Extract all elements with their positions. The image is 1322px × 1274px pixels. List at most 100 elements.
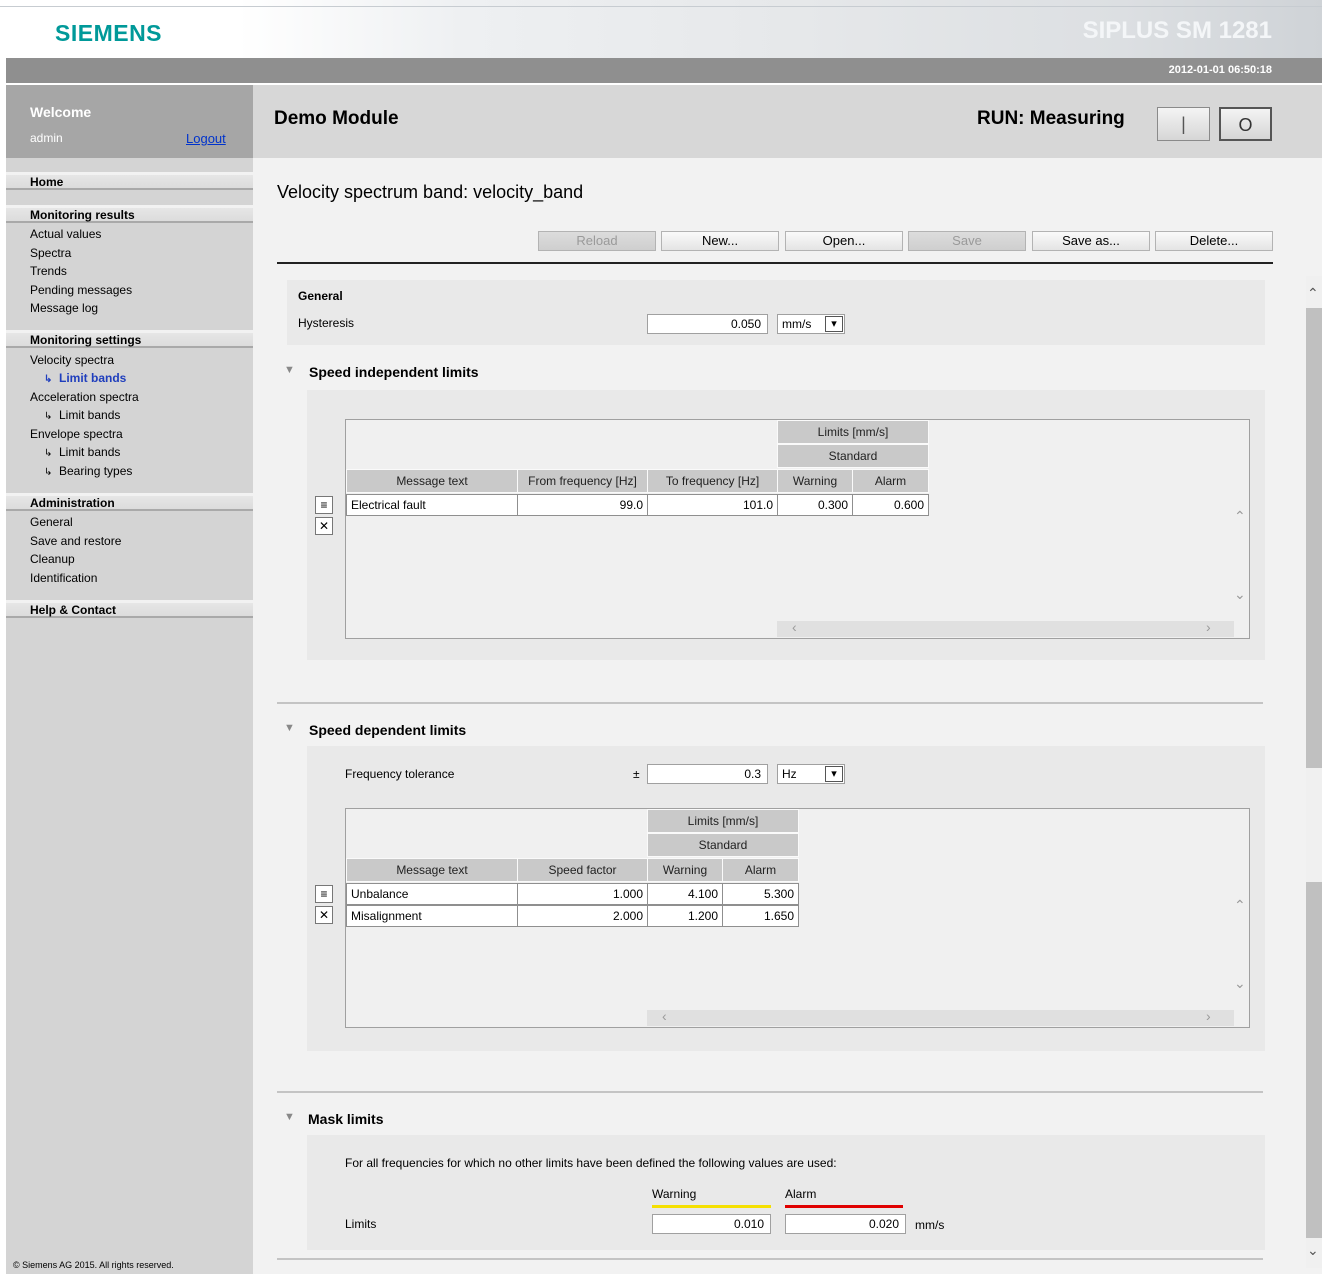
nav-item-velocity-limit-bands[interactable]: ↳ Limit bands: [44, 371, 126, 385]
nav-item-identification[interactable]: Identification: [30, 571, 97, 585]
logout-link[interactable]: Logout: [186, 131, 226, 146]
table-cell[interactable]: 0.300: [777, 494, 853, 516]
nav-help-contact[interactable]: Help & Contact: [6, 600, 253, 618]
scroll-down-icon[interactable]: ⌄: [1234, 586, 1246, 603]
reload-button[interactable]: Reload: [538, 231, 656, 251]
table-cell[interactable]: 5.300: [722, 883, 799, 905]
table-cell[interactable]: Unbalance: [346, 883, 518, 905]
frequency-tolerance-input[interactable]: 0.3: [647, 764, 768, 784]
alarm-limit-input[interactable]: 0.020: [785, 1214, 906, 1234]
save-button[interactable]: Save: [908, 231, 1026, 251]
page-title: Velocity spectrum band: velocity_band: [277, 182, 584, 202]
mask-unit-label: mm/s: [915, 1218, 945, 1232]
table-cell[interactable]: 2.000: [517, 905, 648, 927]
save-as-button[interactable]: Save as...: [1032, 231, 1150, 251]
scroll-left-icon[interactable]: ‹: [662, 1008, 667, 1024]
datetime-display: 2012-01-01 06:50:18: [1168, 64, 1272, 76]
toolbar-divider: [277, 262, 1273, 264]
delete-button[interactable]: Delete...: [1155, 231, 1273, 251]
scroll-up-icon[interactable]: ⌃: [1234, 508, 1246, 525]
delete-row-icon[interactable]: ✕: [315, 906, 333, 924]
hysteresis-label: Hysteresis: [298, 316, 355, 330]
nav-item-acceleration-spectra[interactable]: Acceleration spectra: [30, 390, 139, 404]
nav-item-actual-values[interactable]: Actual values: [30, 227, 101, 241]
nav-item-cleanup[interactable]: Cleanup: [30, 552, 75, 566]
column-header[interactable]: From frequency [Hz]: [517, 469, 648, 493]
table-cell[interactable]: 4.100: [647, 883, 723, 905]
table-cell[interactable]: Misalignment: [346, 905, 518, 927]
column-header[interactable]: Speed factor: [517, 858, 648, 882]
add-row-icon[interactable]: ≡: [315, 885, 333, 903]
sub-arrow-icon: ↳: [44, 448, 53, 459]
table-cell[interactable]: 99.0: [517, 494, 648, 516]
sub-arrow-icon: ↳: [44, 411, 53, 422]
hysteresis-input[interactable]: 0.050: [647, 314, 768, 334]
collapse-triangle-icon[interactable]: ▼: [284, 364, 295, 376]
nav-item-pending-messages[interactable]: Pending messages: [30, 283, 132, 297]
nav-section-administration[interactable]: Administration: [6, 493, 253, 511]
nav-section-monitoring-results[interactable]: Monitoring results: [6, 205, 253, 223]
table-cell[interactable]: 1.200: [647, 905, 723, 927]
table-cell[interactable]: 1.000: [517, 883, 648, 905]
run-status: RUN: Measuring: [977, 108, 1125, 129]
nav-item-spectra[interactable]: Spectra: [30, 246, 71, 260]
new-button[interactable]: New...: [661, 231, 779, 251]
collapse-triangle-icon[interactable]: ▼: [284, 722, 295, 734]
frequency-tolerance-label: Frequency tolerance: [345, 767, 455, 781]
nav-item-general[interactable]: General: [30, 515, 73, 529]
nav-item-envelope-limit-bands[interactable]: ↳ Limit bands: [44, 445, 120, 459]
delete-row-icon[interactable]: ✕: [315, 517, 333, 535]
scroll-up-icon[interactable]: ⌃: [1307, 285, 1319, 302]
column-header[interactable]: To frequency [Hz]: [647, 469, 778, 493]
page-scrollbar-thumb[interactable]: [1306, 882, 1322, 1238]
mask-description: For all frequencies for which no other l…: [345, 1156, 837, 1170]
warning-limit-input[interactable]: 0.010: [652, 1214, 771, 1234]
scroll-left-icon[interactable]: ‹: [792, 619, 797, 635]
plusminus-sign: ±: [633, 767, 640, 781]
horizontal-scrollbar[interactable]: [777, 621, 1234, 637]
hysteresis-unit-select[interactable]: mm/s ▾: [777, 314, 845, 334]
welcome-label: Welcome: [30, 104, 92, 120]
table-cell[interactable]: Electrical fault: [346, 494, 518, 516]
nav-home[interactable]: Home: [6, 172, 253, 190]
stop-button[interactable]: O: [1219, 107, 1272, 141]
nav-item-save-and-restore[interactable]: Save and restore: [30, 534, 121, 548]
page-scrollbar-thumb[interactable]: [1306, 308, 1322, 768]
nav-label: Limit bands: [59, 408, 121, 422]
scroll-right-icon[interactable]: ›: [1206, 1008, 1211, 1024]
nav-item-acceleration-limit-bands[interactable]: ↳ Limit bands: [44, 408, 120, 422]
column-header[interactable]: Message text: [346, 858, 518, 882]
open-button[interactable]: Open...: [785, 231, 903, 251]
scroll-down-icon[interactable]: ⌄: [1307, 1242, 1319, 1259]
column-header[interactable]: Warning: [647, 858, 723, 882]
collapse-triangle-icon[interactable]: ▼: [284, 1111, 295, 1123]
scroll-right-icon[interactable]: ›: [1206, 619, 1211, 635]
frequency-unit-select[interactable]: Hz ▾: [777, 764, 845, 784]
copyright: © Siemens AG 2015. All rights reserved.: [13, 1260, 174, 1270]
nav-section-monitoring-settings[interactable]: Monitoring settings: [6, 330, 253, 348]
nav-item-velocity-spectra[interactable]: Velocity spectra: [30, 353, 114, 367]
alarm-label: Alarm: [785, 1187, 817, 1201]
nav-item-trends[interactable]: Trends: [30, 264, 67, 278]
nav-label: Limit bands: [59, 445, 121, 459]
limits-label: Limits: [345, 1217, 377, 1231]
scroll-down-icon[interactable]: ⌄: [1234, 975, 1246, 992]
column-header[interactable]: Alarm: [722, 858, 799, 882]
column-header[interactable]: Warning: [777, 469, 853, 493]
table-cell[interactable]: 101.0: [647, 494, 778, 516]
speed-dependent-title: Speed dependent limits: [309, 722, 467, 738]
scroll-up-icon[interactable]: ⌃: [1234, 897, 1246, 914]
table-cell[interactable]: 1.650: [722, 905, 799, 927]
nav-item-message-log[interactable]: Message log: [30, 301, 98, 315]
horizontal-scrollbar[interactable]: [647, 1010, 1234, 1026]
chevron-down-icon: ▾: [825, 316, 843, 332]
nav-item-bearing-types[interactable]: ↳ Bearing types: [44, 464, 132, 478]
column-header[interactable]: Alarm: [852, 469, 929, 493]
general-title: General: [298, 289, 343, 303]
run-button[interactable]: |: [1157, 107, 1210, 141]
column-header[interactable]: Message text: [346, 469, 518, 493]
add-row-icon[interactable]: ≡: [315, 496, 333, 514]
table-cell[interactable]: 0.600: [852, 494, 929, 516]
nav-item-envelope-spectra[interactable]: Envelope spectra: [30, 427, 123, 441]
mask-limits-title: Mask limits: [308, 1111, 384, 1127]
